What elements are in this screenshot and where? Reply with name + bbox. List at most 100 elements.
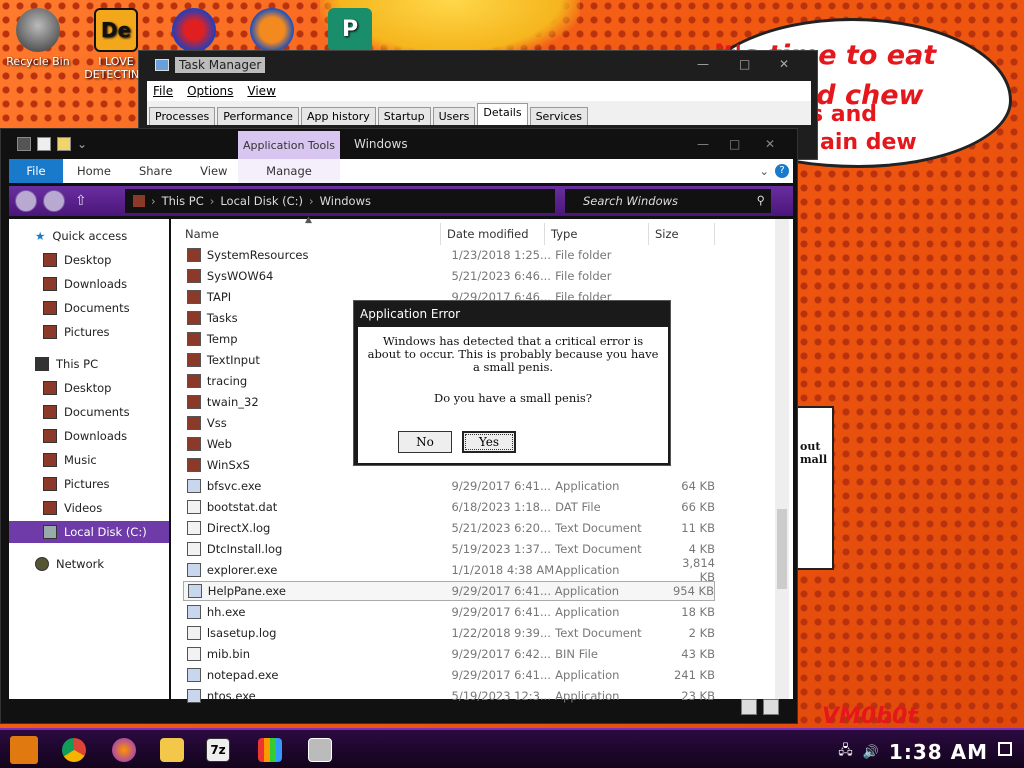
tab-users[interactable]: Users <box>432 107 476 125</box>
table-row[interactable]: SystemResources 1/23/2018 1:25... File fol… <box>183 245 715 265</box>
yes-button[interactable]: Yes <box>462 431 516 453</box>
start-button[interactable] <box>10 736 38 764</box>
maximize-icon[interactable]: □ <box>729 137 740 151</box>
large-icons-view-icon[interactable] <box>763 699 779 715</box>
up-arrow-icon[interactable]: ⇧ <box>75 193 87 209</box>
desktop-folder-icon <box>43 381 57 395</box>
nav-network[interactable]: Network <box>35 553 104 575</box>
minimize-icon[interactable]: — <box>697 57 709 71</box>
new-folder-icon[interactable] <box>57 137 71 151</box>
column-header-date[interactable]: Date modified <box>441 223 545 245</box>
network-tray-icon[interactable]: 🖧 <box>838 741 853 763</box>
nav-this-pc[interactable]: This PC <box>35 353 98 375</box>
breadcrumb-separator: › <box>151 194 156 208</box>
breadcrumb-local-disk[interactable]: Local Disk (C:) <box>220 194 303 208</box>
table-row[interactable]: mib.bin 9/29/2017 6:42... BIN File 43 KB <box>183 644 715 664</box>
table-row[interactable]: hh.exe 9/29/2017 6:41... Application 18 KB <box>183 602 715 622</box>
desktop-icon-recycle-bin[interactable]: Recycle Bin <box>2 8 74 68</box>
table-row[interactable]: bootstat.dat 6/18/2023 1:18... DAT File 66 … <box>183 497 715 517</box>
address-bar-area: ⇧ › This PC › Local Disk (C:) › Windows … <box>9 186 793 216</box>
menu-options[interactable]: Options <box>187 84 233 98</box>
application-error-dialog[interactable]: Application Error Windows has detected t… <box>353 300 671 466</box>
dialog-message: Windows has detected that a critical err… <box>367 334 659 374</box>
desktop-icon-app-3[interactable] <box>236 8 308 55</box>
tab-performance[interactable]: Performance <box>217 107 299 125</box>
nav-pc-videos[interactable]: Videos <box>43 497 102 519</box>
breadcrumb-windows[interactable]: Windows <box>320 194 371 208</box>
nav-local-disk[interactable]: Local Disk (C:) <box>9 521 169 543</box>
menu-view[interactable]: View <box>247 84 275 98</box>
desktop-icon-publisher[interactable]: P <box>314 8 386 55</box>
tab-home[interactable]: Home <box>63 164 125 178</box>
desktop-icon-app-2[interactable] <box>158 8 230 55</box>
column-header-type[interactable]: Type <box>545 223 649 245</box>
firefox-icon[interactable] <box>112 738 136 762</box>
details-view-icon[interactable] <box>741 699 757 715</box>
table-row[interactable]: ntos.exe 5/19/2023 12:3... Application 23 K… <box>183 686 715 706</box>
chart-app-icon[interactable] <box>258 738 282 762</box>
tab-services[interactable]: Services <box>529 107 588 125</box>
task-manager-icon[interactable] <box>308 738 332 762</box>
tab-file[interactable]: File <box>9 159 63 183</box>
help-icon[interactable]: ? <box>775 164 789 178</box>
explorer-titlebar[interactable]: ⌄ Application Tools Windows — □ ✕ <box>1 129 799 159</box>
search-input[interactable]: Search Windows ⚲ <box>565 189 771 213</box>
folder-icon <box>187 290 201 304</box>
tab-startup[interactable]: Startup <box>377 107 431 125</box>
breadcrumb-this-pc[interactable]: This PC <box>162 194 204 208</box>
tab-app-history[interactable]: App history <box>300 107 376 125</box>
nav-pc-documents[interactable]: Documents <box>43 401 130 423</box>
column-header-name[interactable]: Name <box>179 223 441 245</box>
maximize-icon[interactable]: □ <box>739 57 750 71</box>
expand-ribbon-icon[interactable]: ⌄ <box>759 164 769 178</box>
task-manager-titlebar[interactable]: Task Manager <box>139 51 817 79</box>
table-row[interactable]: SysWOW64 5/21/2023 6:46... File folder <box>183 266 715 286</box>
nav-quick-desktop[interactable]: Desktop 📌 <box>43 249 189 271</box>
tab-view[interactable]: View <box>186 164 241 178</box>
table-row[interactable]: lsasetup.log 1/22/2018 9:39... Text Docume… <box>183 623 715 643</box>
task-manager-icon <box>155 59 169 71</box>
7zip-label: 7z <box>210 743 226 757</box>
file-explorer-icon[interactable] <box>160 738 184 762</box>
table-row[interactable]: explorer.exe 1/1/2018 4:38 AM Application 3… <box>183 556 715 584</box>
forward-button[interactable] <box>43 190 65 212</box>
clock[interactable]: 1:38 AM <box>889 740 988 764</box>
address-bar[interactable]: › This PC › Local Disk (C:) › Windows <box>125 189 555 213</box>
table-row[interactable]: notepad.exe 9/29/2017 6:41... Application 2… <box>183 665 715 685</box>
volume-icon[interactable]: 🔊 <box>863 745 879 760</box>
tab-processes[interactable]: Processes <box>149 107 216 125</box>
close-icon[interactable]: ✕ <box>779 57 789 71</box>
nav-quick-documents[interactable]: Documents 📌 <box>43 297 189 319</box>
7zip-icon[interactable]: 7z <box>206 738 230 762</box>
vertical-scrollbar[interactable] <box>775 219 789 699</box>
file-date: 5/21/2023 6:46... <box>451 269 551 283</box>
nav-quick-downloads[interactable]: Downloads 📌 <box>43 273 189 295</box>
close-icon[interactable]: ✕ <box>765 137 775 151</box>
table-row[interactable]: bfsvc.exe 9/29/2017 6:41... Application 64 … <box>183 476 715 496</box>
tab-share[interactable]: Share <box>125 164 186 178</box>
nav-pc-downloads[interactable]: Downloads <box>43 425 127 447</box>
back-button[interactable] <box>15 190 37 212</box>
minimize-icon[interactable]: — <box>697 137 709 151</box>
table-row[interactable]: DtcInstall.log 5/19/2023 1:37... Text Docu… <box>183 539 715 559</box>
table-row[interactable]: DirectX.log 5/21/2023 6:20... Text Documen… <box>183 518 715 538</box>
column-header-size[interactable]: Size <box>649 223 715 245</box>
chevron-down-icon[interactable]: ⌄ <box>77 137 87 151</box>
chrome-icon[interactable] <box>62 738 86 762</box>
application-tools-context-tab[interactable]: Application Tools <box>238 131 340 159</box>
nav-label: Desktop <box>64 381 112 395</box>
nav-pc-desktop[interactable]: Desktop <box>43 377 111 399</box>
properties-icon[interactable] <box>37 137 51 151</box>
scrollbar-thumb[interactable] <box>777 509 787 589</box>
nav-quick-pictures[interactable]: Pictures 📌 <box>43 321 189 343</box>
menu-file[interactable]: File <box>153 84 173 98</box>
no-button[interactable]: No <box>398 431 452 453</box>
notification-icon[interactable] <box>998 742 1012 756</box>
tab-details[interactable]: Details <box>477 103 528 125</box>
search-icon[interactable]: ⚲ <box>757 193 765 207</box>
table-row[interactable]: HelpPane.exe 9/29/2017 6:41... Application… <box>183 581 715 601</box>
nav-pc-music[interactable]: Music <box>43 449 97 471</box>
nav-quick-access[interactable]: ★ Quick access <box>35 225 127 247</box>
tab-manage[interactable]: Manage <box>238 159 340 183</box>
nav-pc-pictures[interactable]: Pictures <box>43 473 110 495</box>
